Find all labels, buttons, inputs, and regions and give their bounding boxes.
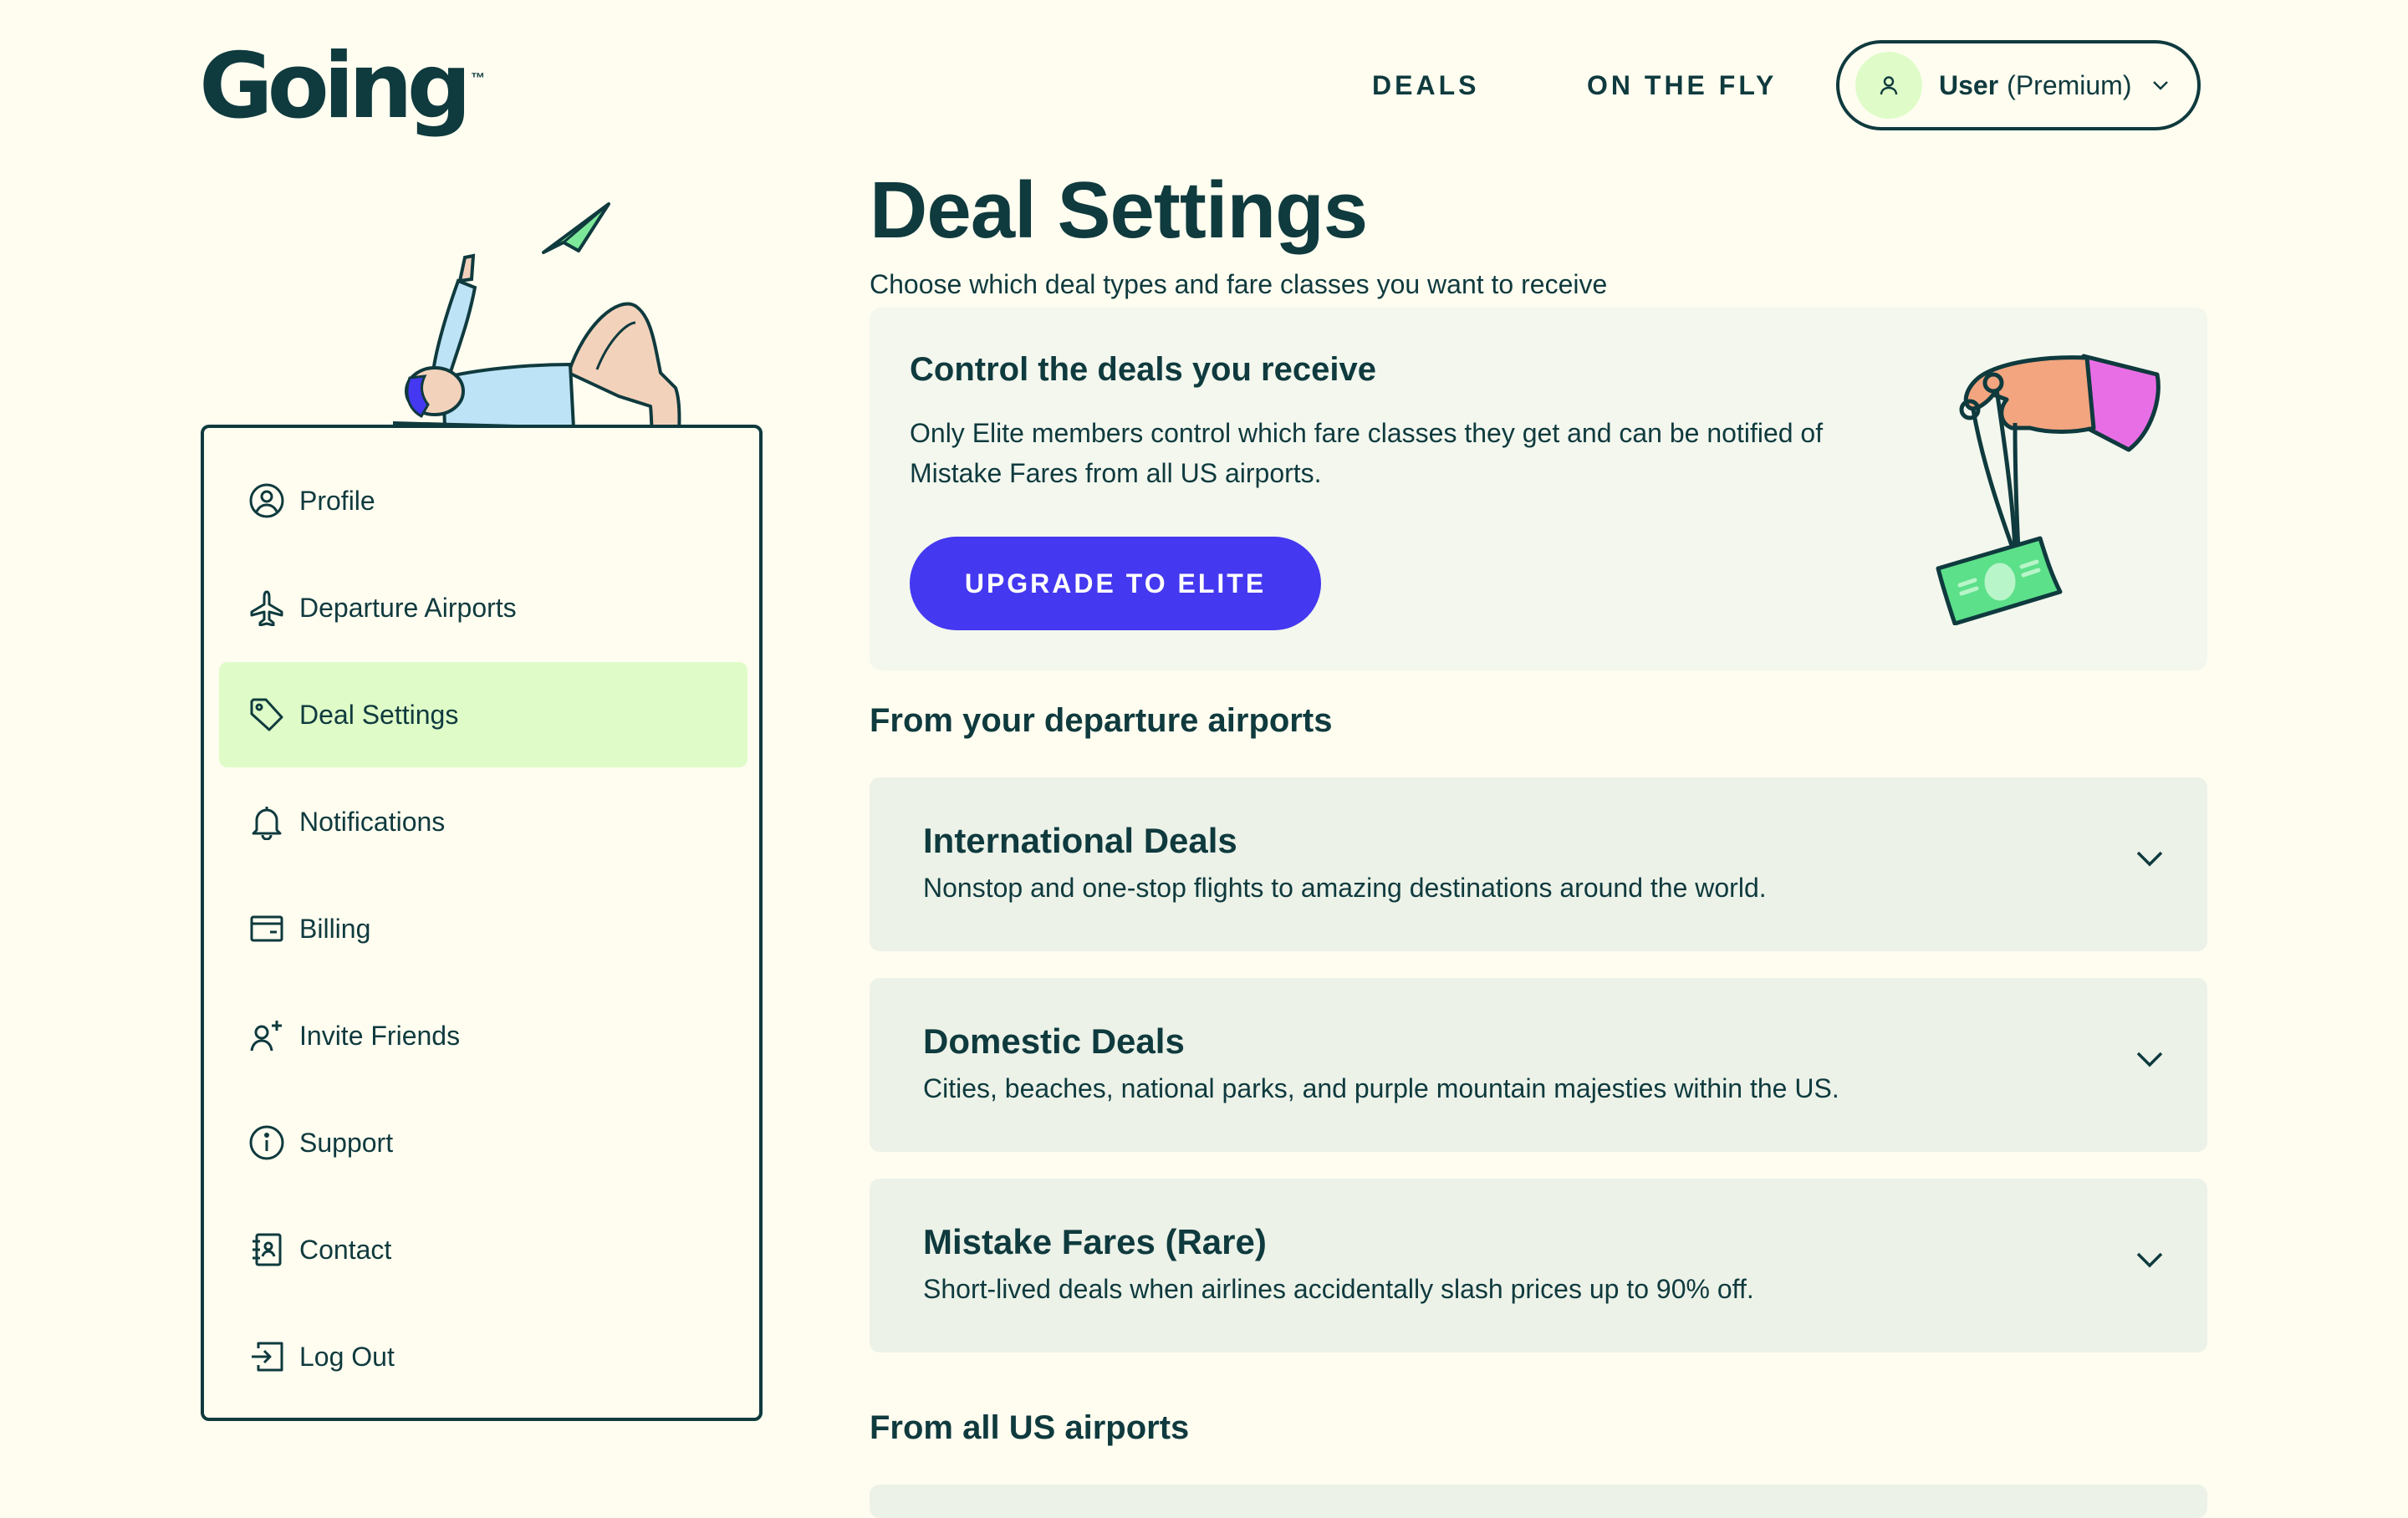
accordion-domestic-deals[interactable]: Domestic Deals Cities, beaches, national… — [870, 978, 2207, 1152]
avatar — [1855, 52, 1922, 119]
chevron-down-icon — [2151, 79, 2170, 91]
accordion-mistake-fares[interactable]: Mistake Fares (Rare) Short-lived deals w… — [870, 1179, 2207, 1352]
section-heading-departure-airports: From your departure airports — [870, 702, 1333, 739]
user-menu-button[interactable]: User (Premium) — [1836, 40, 2201, 130]
sidebar-item-log-out[interactable]: Log Out — [219, 1304, 747, 1409]
user-name: User — [1939, 69, 1999, 100]
sidebar-item-profile[interactable]: Profile — [219, 448, 747, 553]
accordion-peek[interactable] — [870, 1485, 2207, 1518]
accordion-title: Domestic Deals — [923, 1021, 1185, 1061]
sidebar-item-departure-airports[interactable]: Departure Airports — [219, 555, 747, 660]
promo-title: Control the deals you receive — [910, 351, 1376, 388]
add-person-icon — [247, 1016, 286, 1055]
wallet-icon — [247, 909, 286, 948]
accordion-international-deals[interactable]: International Deals Nonstop and one-stop… — [870, 777, 2207, 951]
section-heading-all-us-airports: From all US airports — [870, 1409, 1190, 1446]
sidebar-item-label: Log Out — [299, 1341, 395, 1372]
sidebar-item-label: Notifications — [299, 806, 446, 837]
accordion-title: International Deals — [923, 821, 1237, 860]
nav-deals-link[interactable]: DEALS — [1372, 70, 1479, 101]
user-icon — [1880, 76, 1898, 95]
info-icon — [247, 1123, 286, 1162]
accordion-description: Cities, beaches, national parks, and pur… — [923, 1073, 1839, 1103]
promo-text: Only Elite members control which fare cl… — [910, 418, 1824, 488]
chevron-down-icon — [2136, 1052, 2163, 1067]
sidebar-item-deal-settings[interactable]: Deal Settings — [219, 662, 747, 767]
settings-sidebar: Profile Departure Airports Deal Settings… — [201, 425, 763, 1421]
logo-text: Going — [199, 34, 472, 139]
accordion-description: Nonstop and one-stop flights to amazing … — [923, 873, 1767, 903]
bell-icon — [247, 802, 286, 841]
sidebar-item-contact[interactable]: Contact — [219, 1197, 747, 1302]
sidebar-item-label: Invite Friends — [299, 1020, 461, 1051]
accordion-title: Mistake Fares (Rare) — [923, 1222, 1267, 1261]
profile-icon — [247, 481, 286, 520]
sidebar-item-label: Deal Settings — [299, 699, 459, 730]
sidebar-item-billing[interactable]: Billing — [219, 876, 747, 981]
logout-icon — [247, 1337, 286, 1376]
going-logo[interactable]: Going ™ — [199, 42, 485, 132]
contact-book-icon — [247, 1230, 286, 1269]
logo-trademark: ™ — [471, 70, 486, 86]
page-subtitle: Choose which deal types and fare classes… — [870, 269, 1608, 299]
chevron-down-icon — [2136, 851, 2163, 867]
page-title: Deal Settings — [870, 166, 1368, 255]
sidebar-item-label: Billing — [299, 913, 371, 944]
airplane-icon — [247, 588, 286, 627]
sidebar-item-label: Contact — [299, 1234, 392, 1265]
sidebar-item-invite-friends[interactable]: Invite Friends — [219, 983, 747, 1088]
sidebar-item-label: Support — [299, 1127, 394, 1158]
tag-icon — [247, 695, 286, 734]
upgrade-promo-card: Control the deals you receive Only Elite… — [870, 308, 2207, 670]
sidebar-item-notifications[interactable]: Notifications — [219, 769, 747, 874]
sidebar-item-label: Departure Airports — [299, 592, 517, 623]
nav-on-the-fly-link[interactable]: ON THE FLY — [1587, 70, 1777, 101]
sidebar-item-support[interactable]: Support — [219, 1090, 747, 1195]
sidebar-item-label: Profile — [299, 485, 375, 516]
user-tier: (Premium) — [2007, 69, 2132, 100]
hand-holding-cash-illustration — [1936, 354, 2161, 625]
chevron-down-icon — [2136, 1252, 2163, 1268]
upgrade-to-elite-button[interactable]: UPGRADE TO ELITE — [910, 537, 1321, 630]
accordion-description: Short-lived deals when airlines accident… — [923, 1274, 1754, 1304]
